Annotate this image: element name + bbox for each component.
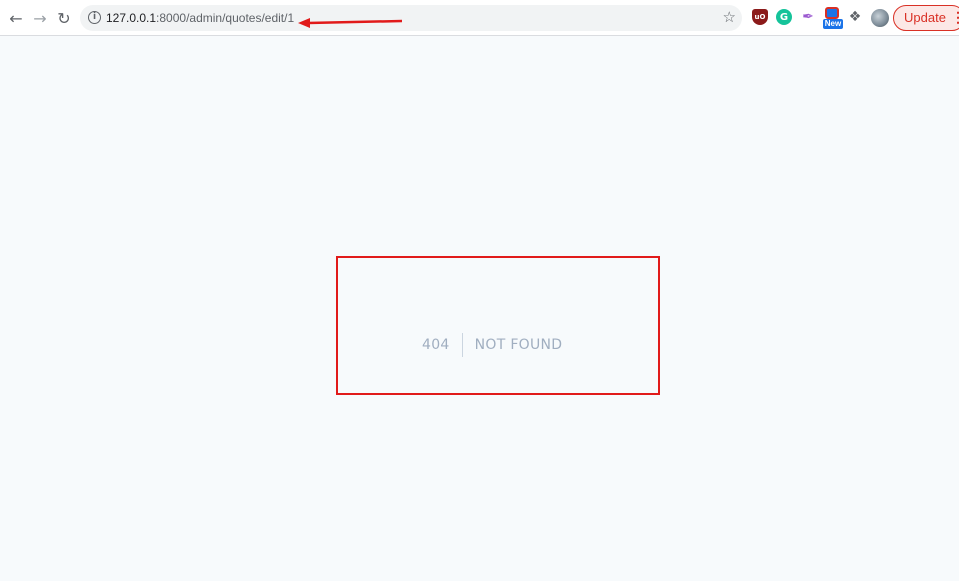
screen-recorder-extension-icon[interactable]: New xyxy=(823,6,843,30)
new-badge: New xyxy=(823,19,843,29)
camera-icon xyxy=(825,7,839,19)
profile-avatar[interactable] xyxy=(871,9,889,27)
url-path: :8000/admin/quotes/edit/1 xyxy=(156,11,295,25)
update-button-label: Update xyxy=(904,10,946,25)
update-button[interactable]: Update ⋮ xyxy=(893,5,959,31)
browser-toolbar: ← → ↻ i 127.0.0.1:8000/admin/quotes/edit… xyxy=(0,0,959,36)
pen-extension-icon[interactable]: ✒ xyxy=(800,9,816,25)
bookmark-star-icon[interactable]: ☆ xyxy=(723,8,736,26)
ublock-label: uO xyxy=(754,13,766,21)
url-host: 127.0.0.1 xyxy=(106,11,157,25)
reload-icon[interactable]: ↻ xyxy=(53,6,75,30)
ublock-extension-icon[interactable]: uO xyxy=(752,9,768,25)
grammarly-extension-icon[interactable]: G xyxy=(776,9,792,25)
forward-arrow-icon[interactable]: → xyxy=(29,6,51,30)
extensions-puzzle-icon[interactable]: ❖ xyxy=(847,9,863,25)
annotation-highlight-box xyxy=(336,256,660,395)
grammarly-label: G xyxy=(779,11,789,23)
menu-kebab-icon[interactable]: ⋮ xyxy=(951,6,959,28)
url-text[interactable]: 127.0.0.1:8000/admin/quotes/edit/1 xyxy=(106,11,294,25)
back-arrow-icon[interactable]: ← xyxy=(5,6,27,30)
address-bar[interactable]: i 127.0.0.1:8000/admin/quotes/edit/1 ☆ xyxy=(80,5,742,31)
annotation-arrow xyxy=(298,18,403,28)
info-icon[interactable]: i xyxy=(88,11,101,24)
